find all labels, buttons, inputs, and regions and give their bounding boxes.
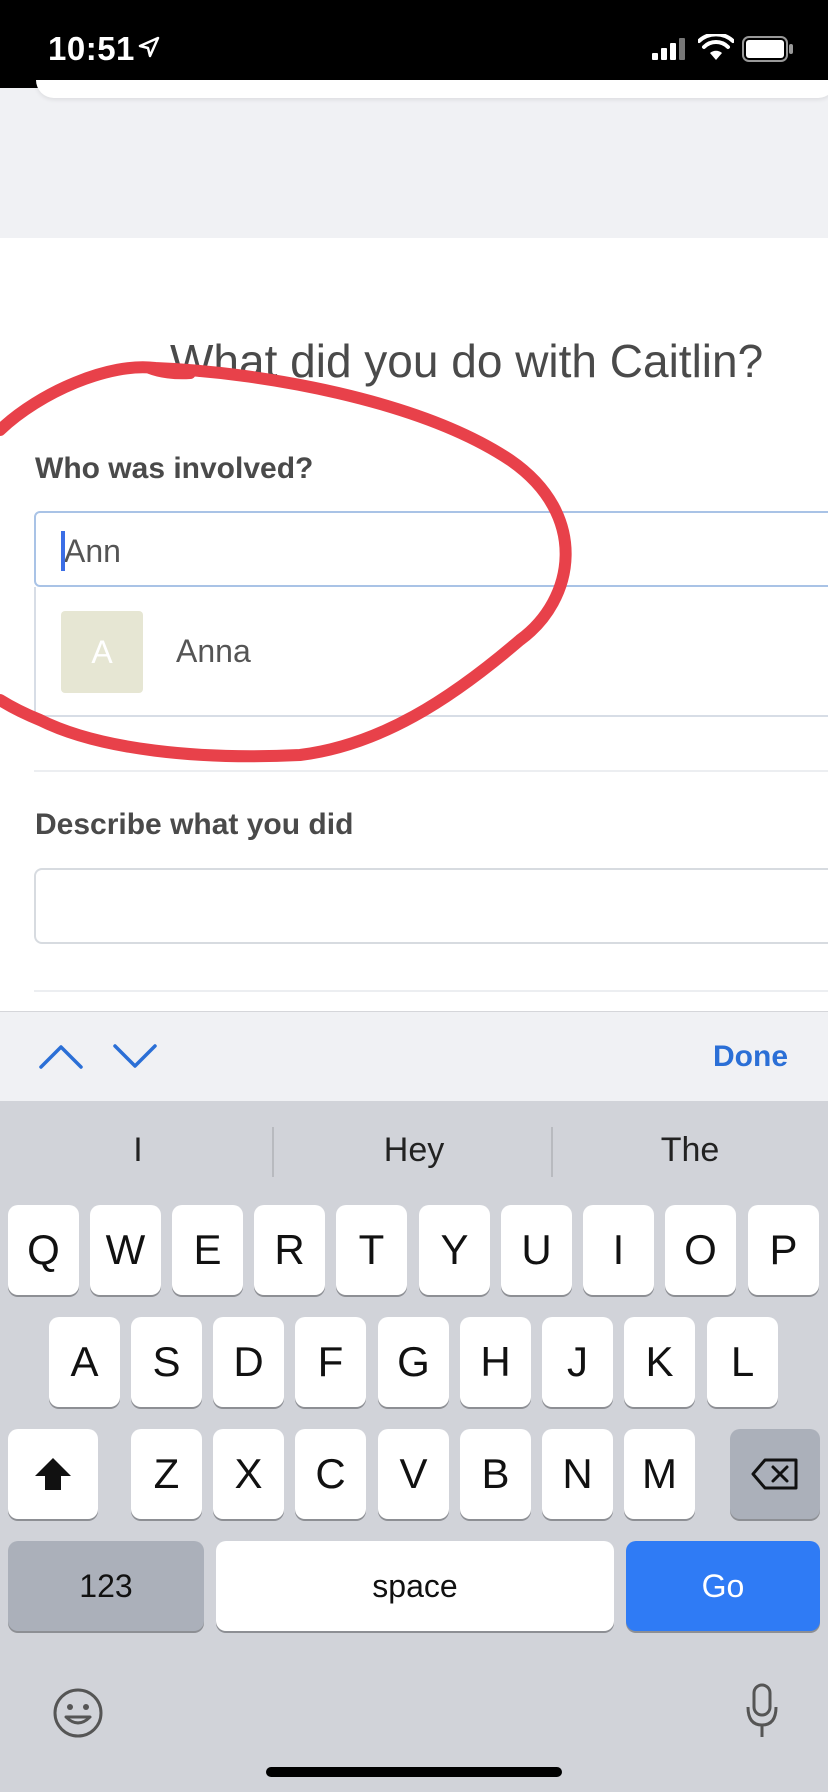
key-o[interactable]: O (665, 1205, 736, 1295)
keyboard-accessory-bar: Done (0, 1011, 828, 1101)
status-bar: 10:51 (0, 0, 828, 88)
cellular-signal-icon (652, 38, 685, 60)
battery-icon (742, 36, 793, 62)
key-u[interactable]: U (501, 1205, 572, 1295)
section-divider (34, 990, 828, 992)
prediction-separator (272, 1127, 274, 1177)
key-c[interactable]: C (295, 1429, 366, 1519)
keyboard: I Hey The Q W E R T Y U I O P A S D F G … (0, 1101, 828, 1792)
backspace-key[interactable] (730, 1429, 820, 1519)
done-button[interactable]: Done (713, 1040, 788, 1074)
next-field-chevron-down-icon[interactable] (112, 1042, 158, 1070)
key-t[interactable]: T (336, 1205, 407, 1295)
prediction-1[interactable]: I (0, 1131, 276, 1170)
previous-card (36, 80, 828, 98)
predictive-text-bar: I Hey The (0, 1101, 828, 1205)
key-x[interactable]: X (213, 1429, 284, 1519)
key-g[interactable]: G (378, 1317, 449, 1407)
previous-field-chevron-up-icon[interactable] (38, 1042, 84, 1070)
key-r[interactable]: R (254, 1205, 325, 1295)
key-v[interactable]: V (378, 1429, 449, 1519)
key-w[interactable]: W (90, 1205, 161, 1295)
status-time: 10:51 (48, 30, 135, 67)
previous-section-background (0, 88, 828, 238)
microphone-icon[interactable] (744, 1683, 780, 1739)
location-arrow-icon (138, 36, 160, 58)
shift-key[interactable] (8, 1429, 98, 1519)
key-b[interactable]: B (460, 1429, 531, 1519)
key-f[interactable]: F (295, 1317, 366, 1407)
key-i[interactable]: I (583, 1205, 654, 1295)
key-q[interactable]: Q (8, 1205, 79, 1295)
home-indicator (266, 1767, 562, 1777)
prediction-2[interactable]: Hey (276, 1131, 552, 1170)
go-key[interactable]: Go (626, 1541, 820, 1631)
backspace-icon (751, 1458, 798, 1490)
key-j[interactable]: J (542, 1317, 613, 1407)
key-h[interactable]: H (460, 1317, 531, 1407)
wifi-icon (698, 34, 734, 60)
emoji-icon[interactable] (52, 1687, 104, 1739)
key-d[interactable]: D (213, 1317, 284, 1407)
key-p[interactable]: P (748, 1205, 819, 1295)
key-y[interactable]: Y (419, 1205, 490, 1295)
describe-input[interactable] (34, 868, 828, 944)
key-z[interactable]: Z (131, 1429, 202, 1519)
key-e[interactable]: E (172, 1205, 243, 1295)
key-m[interactable]: M (624, 1429, 695, 1519)
key-n[interactable]: N (542, 1429, 613, 1519)
key-k[interactable]: K (624, 1317, 695, 1407)
key-a[interactable]: A (49, 1317, 120, 1407)
describe-label: Describe what you did (35, 808, 354, 841)
key-l[interactable]: L (707, 1317, 778, 1407)
shift-arrow-icon (35, 1458, 71, 1490)
numbers-key[interactable]: 123 (8, 1541, 204, 1631)
space-key[interactable]: space (216, 1541, 614, 1631)
red-circle-annotation (0, 361, 572, 763)
prediction-3[interactable]: The (552, 1131, 828, 1170)
key-s[interactable]: S (131, 1317, 202, 1407)
